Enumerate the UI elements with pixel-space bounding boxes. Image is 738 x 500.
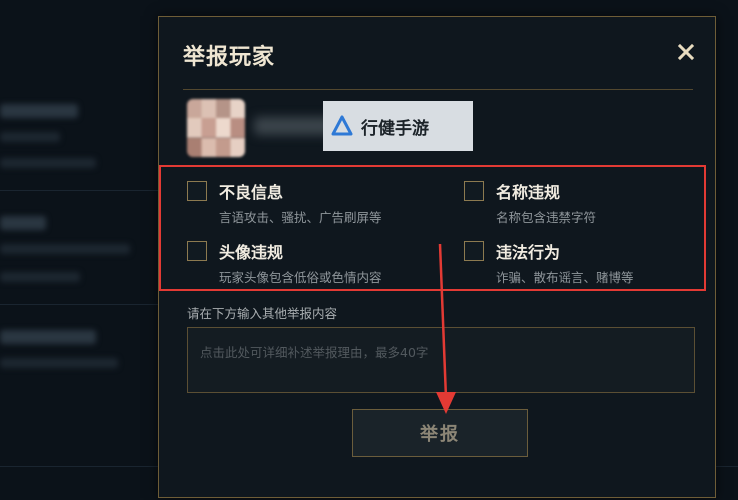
bg-text-blur: [0, 132, 60, 142]
option-label: 名称违规: [496, 183, 561, 202]
triangle-logo-icon: [331, 115, 353, 136]
checkbox-illegal-behavior[interactable]: [464, 241, 484, 261]
checkbox-name-violation[interactable]: [464, 181, 484, 201]
bg-text-blur: [0, 272, 80, 282]
textarea-prompt: 请在下方输入其他举报内容: [187, 306, 338, 321]
option-desc: 言语攻击、骚扰、广告刷屏等: [219, 210, 382, 225]
option-label: 不良信息: [219, 183, 284, 202]
bg-text-blur: [0, 244, 130, 254]
report-submit-button[interactable]: 举报: [352, 409, 528, 457]
option-name-violation[interactable]: 名称违规 名称包含违禁字符: [464, 181, 704, 231]
option-label: 违法行为: [496, 243, 561, 262]
bg-text-blur: [0, 158, 96, 168]
bg-divider: [0, 304, 158, 305]
option-desc: 名称包含违禁字符: [496, 210, 597, 225]
bg-text-blur: [0, 330, 96, 344]
option-bad-info[interactable]: 不良信息 言语攻击、骚扰、广告刷屏等: [187, 181, 427, 231]
watermark-text: 行健手游: [361, 118, 429, 139]
report-player-dialog: 举报玩家 行健手游 不良信息 言语攻击、骚扰、广告刷屏等 名称违规 名称包含违禁…: [158, 16, 716, 498]
bg-divider: [0, 190, 158, 191]
checkbox-avatar-violation[interactable]: [187, 241, 207, 261]
dialog-title: 举报玩家: [183, 45, 276, 70]
title-divider: [183, 89, 693, 90]
bg-text-blur: [0, 216, 46, 230]
option-illegal-behavior[interactable]: 违法行为 诈骗、散布谣言、赌博等: [464, 241, 704, 291]
option-avatar-violation[interactable]: 头像违规 玩家头像包含低俗或色情内容: [187, 241, 427, 291]
report-details-input[interactable]: [187, 327, 695, 393]
watermark: 行健手游: [323, 101, 473, 151]
bg-text-blur: [0, 104, 78, 118]
bg-text-blur: [0, 358, 118, 368]
close-icon[interactable]: [675, 41, 697, 63]
option-label: 头像违规: [219, 243, 284, 262]
option-desc: 诈骗、散布谣言、赌博等: [496, 270, 634, 285]
checkbox-bad-info[interactable]: [187, 181, 207, 201]
option-desc: 玩家头像包含低俗或色情内容: [219, 270, 382, 285]
avatar: [187, 99, 245, 157]
